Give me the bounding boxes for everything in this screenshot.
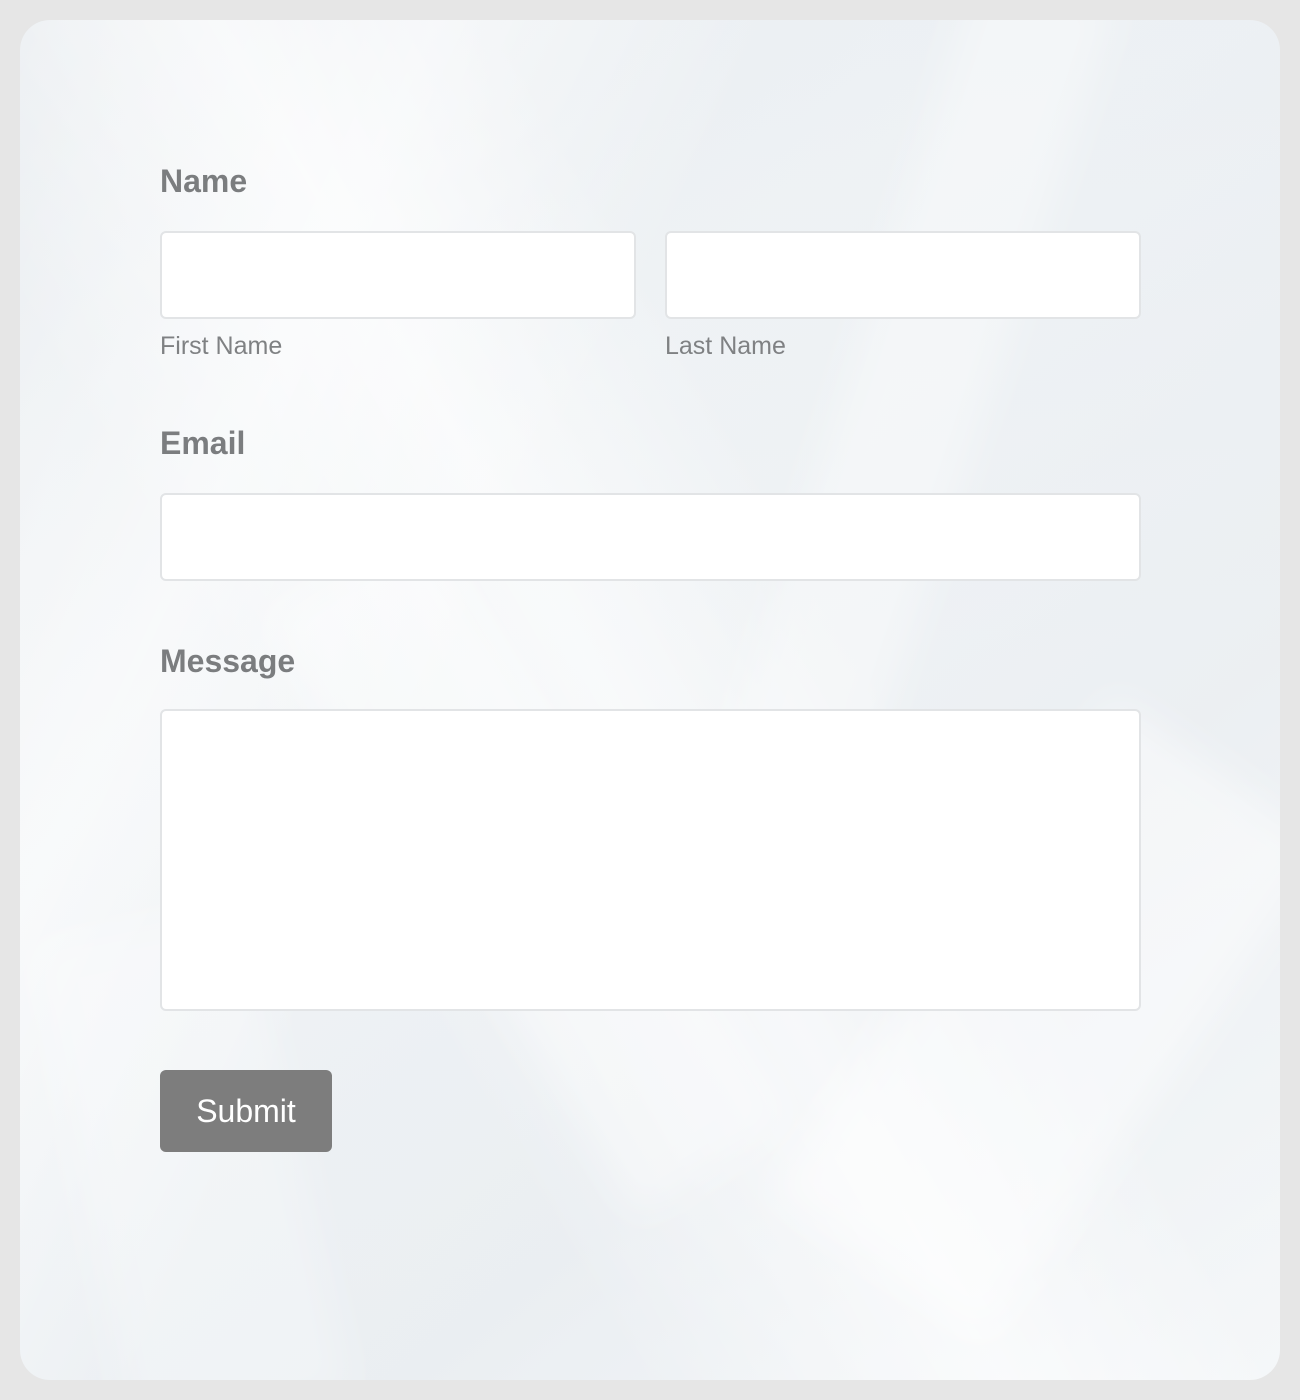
name-label: Name [160,163,248,199]
first-name-sublabel: First Name [160,332,283,360]
email-label: Email [160,425,246,461]
message-textarea[interactable] [160,709,1141,1011]
submit-button[interactable]: Submit [160,1070,332,1152]
last-name-input[interactable] [665,231,1141,319]
message-label: Message [160,643,296,679]
first-name-input[interactable] [160,231,636,319]
form-panel [20,20,1280,1380]
last-name-sublabel: Last Name [665,332,786,360]
email-input[interactable] [160,493,1141,581]
